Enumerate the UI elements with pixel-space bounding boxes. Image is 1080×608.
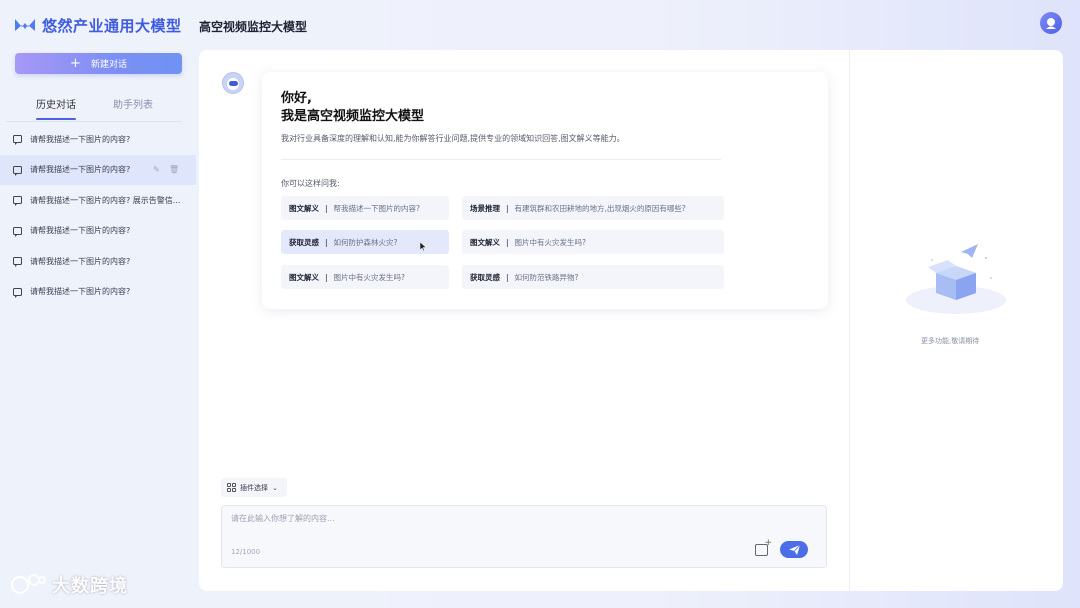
suggestion-category: 获取灵感 bbox=[289, 237, 319, 247]
empty-state-text: 更多功能,敬请期待 bbox=[921, 337, 980, 345]
suggestion-separator: | bbox=[506, 237, 509, 247]
send-button[interactable] bbox=[780, 541, 808, 558]
suggestion-separator: | bbox=[506, 272, 509, 282]
send-icon bbox=[788, 544, 800, 555]
suggestion-chip[interactable]: 图文解义 | 图片中有火灾发生吗? bbox=[281, 265, 449, 289]
char-count: 12/1000 bbox=[231, 548, 261, 556]
app-name: 悠然产业通用大模型 bbox=[42, 16, 182, 35]
welcome-divider bbox=[281, 159, 721, 160]
chat-bubble-icon bbox=[13, 196, 22, 207]
tab-history[interactable]: 历史对话 bbox=[36, 96, 76, 111]
suggestion-text: 帮我描述一下图片的内容? bbox=[333, 203, 421, 213]
suggestion-category: 获取灵感 bbox=[470, 272, 500, 282]
suggestion-separator: | bbox=[325, 203, 328, 213]
new-chat-button[interactable]: + 新建对话 bbox=[15, 53, 182, 74]
welcome-card: 你好, 我是高空视频监控大模型 我对行业具备深度的理解和认知,能为你解答行业问题… bbox=[262, 72, 828, 309]
chat-bubble-icon bbox=[13, 135, 22, 146]
user-avatar[interactable] bbox=[1040, 12, 1062, 34]
suggestion-text: 图片中有火灾发生吗? bbox=[333, 272, 406, 282]
suggestion-chip[interactable]: 场景推理 | 有建筑群和农田耕地的地方,出现烟火的原因有哪些? bbox=[462, 196, 724, 220]
app-logo: 悠然产业通用大模型 bbox=[14, 14, 182, 36]
suggestion-chip[interactable]: 图文解义 | 图片中有火灾发生吗? bbox=[462, 230, 724, 254]
empty-box-illustration bbox=[906, 244, 1006, 314]
chat-bubble-icon bbox=[13, 165, 22, 176]
plugin-select-label: 插件选择 bbox=[240, 483, 268, 492]
user-icon bbox=[1046, 18, 1056, 29]
suggestion-chip[interactable]: 获取灵感 | 如何防护森林火灾? bbox=[281, 230, 449, 254]
chat-bubble-icon bbox=[13, 257, 22, 268]
history-item-text: 请帮我描述一下图片的内容? bbox=[30, 287, 131, 297]
history-item-text: 请帮我描述一下图片的内容? bbox=[30, 165, 131, 175]
suggestion-chip[interactable]: 获取灵感 | 如何防范铁路异物? bbox=[462, 265, 724, 289]
suggestion-text: 有建筑群和农田耕地的地方,出现烟火的原因有哪些? bbox=[514, 203, 686, 213]
history-item[interactable]: 请帮我描述一下图片的内容? bbox=[0, 277, 196, 308]
watermark-text: 大数跨境 bbox=[52, 576, 128, 597]
ask-prompt: 你可以这样问我: bbox=[281, 179, 340, 188]
chat-bubble-icon bbox=[13, 287, 22, 298]
history-item[interactable]: 请帮我描述一下图片的内容? bbox=[0, 246, 196, 277]
history-item-text: 请帮我描述一下图片的内容? bbox=[30, 226, 131, 236]
history-item[interactable]: 请帮我描述一下图片的内容? bbox=[0, 216, 196, 247]
tab-assistants[interactable]: 助手列表 bbox=[113, 96, 153, 111]
new-chat-label: 新建对话 bbox=[90, 60, 127, 70]
welcome-description: 我对行业具备深度的理解和认知,能为你解答行业问题,提供专业的领域知识回答,图文解… bbox=[281, 134, 625, 143]
chat-bubble-icon bbox=[13, 226, 22, 237]
plus-icon: + bbox=[70, 56, 81, 71]
logo-icon bbox=[15, 19, 35, 31]
history-item[interactable]: 请帮我描述一下图片的内容? ✎ 🗑 bbox=[0, 154, 196, 185]
suggestion-chip[interactable]: 图文解义 | 帮我描述一下图片的内容? bbox=[281, 196, 449, 220]
message-input[interactable] bbox=[231, 513, 751, 533]
welcome-hello: 你好, bbox=[281, 91, 312, 106]
history-item-text: 请帮我描述一下图片的内容? bbox=[30, 256, 131, 266]
edit-icon[interactable]: ✎ bbox=[152, 165, 161, 174]
history-item[interactable]: 请帮我描述一下图片的内容? bbox=[0, 124, 196, 155]
mouse-cursor-icon bbox=[420, 242, 426, 251]
history-item-text: 请帮我描述一下图片的内容? 展示告警信... bbox=[30, 195, 181, 205]
message-composer: 12/1000 bbox=[221, 505, 827, 568]
history-item-text: 请帮我描述一下图片的内容? bbox=[30, 134, 131, 144]
plugin-select-button[interactable]: 插件选择 ⌄ bbox=[221, 478, 287, 497]
suggestion-category: 图文解义 bbox=[289, 272, 319, 282]
suggestion-separator: | bbox=[506, 203, 509, 213]
active-tab-indicator bbox=[36, 118, 76, 120]
suggestion-separator: | bbox=[325, 272, 328, 282]
suggestion-category: 图文解义 bbox=[289, 203, 319, 213]
watermark-logo-icon bbox=[10, 574, 46, 595]
bot-avatar-icon bbox=[222, 72, 244, 94]
history-item[interactable]: 请帮我描述一下图片的内容? 展示告警信... bbox=[0, 185, 196, 216]
tabs-divider bbox=[6, 121, 182, 122]
suggestion-category: 场景推理 bbox=[470, 203, 500, 213]
panel-divider bbox=[849, 50, 850, 591]
welcome-title: 我是高空视频监控大模型 bbox=[281, 109, 425, 124]
delete-icon[interactable]: 🗑 bbox=[169, 165, 179, 174]
suggestion-separator: | bbox=[325, 237, 328, 247]
page-title: 高空视频监控大模型 bbox=[199, 20, 308, 34]
suggestion-text: 如何防范铁路异物? bbox=[514, 272, 579, 282]
watermark: 大数跨境 bbox=[8, 572, 128, 598]
suggestion-text: 图片中有火灾发生吗? bbox=[514, 237, 587, 247]
sidebar-tabs: 历史对话 助手列表 bbox=[0, 96, 196, 122]
suggestion-text: 如何防护森林火灾? bbox=[333, 237, 398, 247]
image-upload-icon[interactable] bbox=[755, 538, 772, 556]
history-item-actions: ✎ 🗑 bbox=[152, 165, 179, 174]
grid-icon bbox=[227, 483, 236, 492]
history-list: 请帮我描述一下图片的内容? 请帮我描述一下图片的内容? ✎ 🗑 请帮我描述一下图… bbox=[0, 124, 196, 307]
chevron-down-icon: ⌄ bbox=[272, 483, 278, 492]
suggestion-category: 图文解义 bbox=[470, 237, 500, 247]
